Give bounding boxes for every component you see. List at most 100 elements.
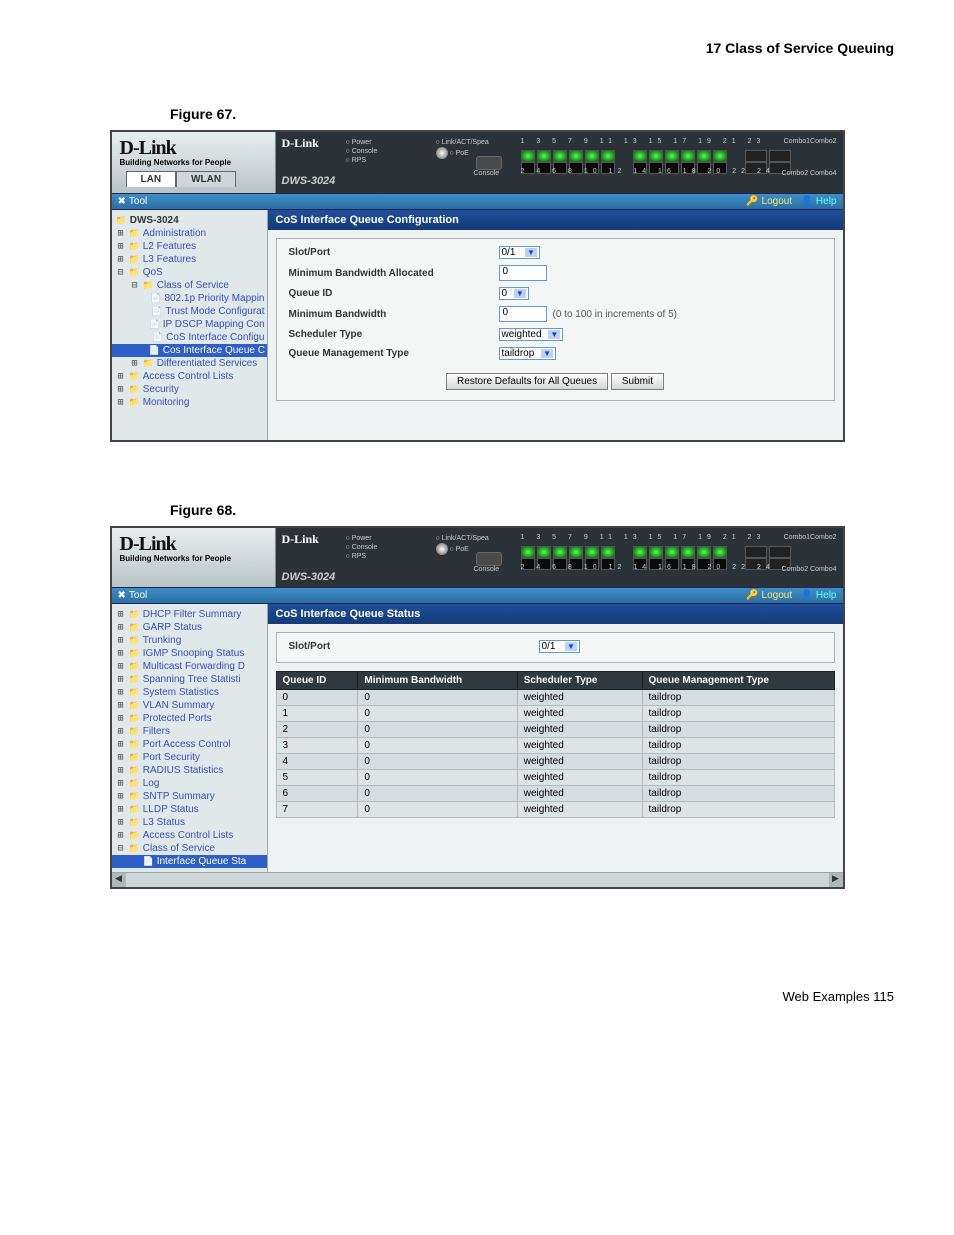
table-row: 00weightedtaildrop [276,690,834,706]
submit-button[interactable]: Submit [611,373,664,390]
tree-item[interactable]: ⊞📁 IGMP Snooping Status [112,647,267,660]
tree-item[interactable]: ⊞📁 Access Control Lists [112,829,267,842]
logo-sub: Building Networks for People [116,158,271,167]
logout-button[interactable]: 🔑 Logout [746,590,792,601]
globe-icon [436,147,448,159]
table-row: 50weightedtaildrop [276,770,834,786]
th-sched: Scheduler Type [517,672,642,690]
tree-item[interactable]: ⊞📁 Differentiated Services [112,357,267,370]
combo-label-top: Combo1Combo2 [784,138,837,145]
content-area: CoS Interface Queue Status Slot/Port 0/1… [268,604,843,872]
console-label: Console [474,170,500,177]
tree-item[interactable]: ⊞📁 Log [112,777,267,790]
tree-item[interactable]: ⊞📁 System Statistics [112,686,267,699]
tree-item[interactable]: ⊟📁 Class of Service [112,279,267,292]
status-leds: ○ Power ○ Console ○ RPS [346,138,378,165]
table-row: 10weightedtaildrop [276,706,834,722]
status-leds: ○ Power ○ Console ○ RPS [346,534,378,561]
tree-item[interactable]: ⊞📁 Port Access Control [112,738,267,751]
tree-item[interactable]: ⊞📁 VLAN Summary [112,699,267,712]
tree-item[interactable]: 📄 Interface Queue Sta [112,855,267,868]
status-form: Slot/Port 0/1 ▼ [276,632,835,663]
device-image: D-Link ○ Power ○ Console ○ RPS ○ Link/AC… [276,132,843,193]
sched-label: Scheduler Type [289,329,499,340]
device-image: D-Link ○ Power ○ Console ○ RPS ○ Link/AC… [276,528,843,587]
tree-item[interactable]: 📄 Cos Interface Queue C [112,344,267,357]
tree-item[interactable]: ⊞📁 L3 Status [112,816,267,829]
logout-button[interactable]: 🔑 Logout [746,196,792,207]
sidebar-scrollbar[interactable]: ◀ ▶ [112,872,843,887]
screenshot-fig67: D-Link Building Networks for People LAN … [110,130,845,442]
tree-item[interactable]: ⊞📁 Filters [112,725,267,738]
tree-item[interactable]: ⊞📁 Multicast Forwarding D [112,660,267,673]
tool-button[interactable]: ✖ Tool [118,590,148,601]
tree-item[interactable]: ⊞📁 Trunking [112,634,267,647]
th-minbw: Minimum Bandwidth [358,672,517,690]
logo-main: D-Link [116,138,271,158]
ports-row-top [521,150,837,162]
restore-defaults-button[interactable]: Restore Defaults for All Queues [446,373,608,390]
table-row: 20weightedtaildrop [276,722,834,738]
tree-item[interactable]: ⊞📁 Security [112,383,267,396]
table-row: 60weightedtaildrop [276,786,834,802]
section-title: CoS Interface Queue Status [268,604,843,624]
tree-item[interactable]: ⊞📁 L3 Features [112,253,267,266]
tab-wlan[interactable]: WLAN [176,171,236,187]
queueid-select[interactable]: 0 ▼ [499,287,529,300]
figure-67-label: Figure 67. [170,106,894,122]
scroll-right-icon[interactable]: ▶ [829,873,843,887]
config-form: Slot/Port 0/1 ▼ Minimum Bandwidth Alloca… [276,238,835,401]
tree-item[interactable]: ⊞📁 L2 Features [112,240,267,253]
slotport-select[interactable]: 0/1 ▼ [539,640,580,653]
tree-item[interactable]: 📄 802.1p Priority Mappin [112,292,267,305]
tree-item[interactable]: ⊞📁 GARP Status [112,621,267,634]
help-button[interactable]: 👤 Help [800,590,836,601]
tree-item[interactable]: ⊞📁 Administration [112,227,267,240]
device-brand: D-Link [282,136,319,150]
toolbar: ✖ Tool 🔑 Logout 👤 Help [112,193,843,210]
help-button[interactable]: 👤 Help [800,196,836,207]
slotport-label: Slot/Port [289,641,539,652]
screenshot-fig68: D-Link Building Networks for People D-Li… [110,526,845,889]
queueid-label: Queue ID [289,288,499,299]
scroll-left-icon[interactable]: ◀ [112,873,126,887]
tool-button[interactable]: ✖ Tool [118,196,148,207]
tree-item[interactable]: ⊞📁 SNTP Summary [112,790,267,803]
tree-item[interactable]: 📄 IP DSCP Mapping Con [112,318,267,331]
tree-item[interactable]: ⊞📁 LLDP Status [112,803,267,816]
sidebar-tree[interactable]: ⊞📁 DHCP Filter Summary⊞📁 GARP Status⊞📁 T… [112,604,268,872]
tree-item[interactable]: ⊞📁 RADIUS Statistics [112,764,267,777]
minbw-hint: (0 to 100 in increments of 5) [553,309,678,320]
combo-label-bottom: Combo2 Combo4 [782,566,837,573]
tree-item[interactable]: ⊞📁 Protected Ports [112,712,267,725]
toolbar: ✖ Tool 🔑 Logout 👤 Help [112,587,843,604]
tree-item[interactable]: ⊞📁 Access Control Lists [112,370,267,383]
qmgmt-label: Queue Management Type [289,348,499,359]
tree-item[interactable]: ⊟📁 QoS [112,266,267,279]
tree-item[interactable]: 📄 Trust Mode Configurat [112,305,267,318]
tree-item[interactable]: ⊞📁 DHCP Filter Summary [112,608,267,621]
table-row: 70weightedtaildrop [276,802,834,818]
figure-68-label: Figure 68. [170,502,894,518]
console-port-icon [476,156,502,170]
combo-label-top: Combo1Combo2 [784,534,837,541]
tab-lan[interactable]: LAN [126,171,177,187]
table-row: 40weightedtaildrop [276,754,834,770]
page-header: 17 Class of Service Queuing [60,40,894,56]
sidebar-tree[interactable]: 📁 DWS-3024 ⊞📁 Administration⊞📁 L2 Featur… [112,210,268,440]
tree-item[interactable]: ⊞📁 Monitoring [112,396,267,409]
tree-item[interactable]: ⊞📁 Spanning Tree Statisti [112,673,267,686]
combo-label-bottom: Combo2 Combo4 [782,170,837,177]
device-model: DWS-3024 [282,175,837,187]
minbw-input[interactable]: 0 [499,306,547,322]
tree-item[interactable]: ⊞📁 Port Security [112,751,267,764]
sched-select[interactable]: weighted ▼ [499,328,564,341]
slotport-select[interactable]: 0/1 ▼ [499,246,540,259]
tree-item[interactable]: 📄 CoS Interface Configu [112,331,267,344]
device-model: DWS-3024 [282,571,837,583]
tree-item[interactable]: ⊟📁 Class of Service [112,842,267,855]
qmgmt-select[interactable]: taildrop ▼ [499,347,557,360]
slotport-label: Slot/Port [289,247,499,258]
tree-root[interactable]: 📁 DWS-3024 [112,214,267,227]
th-queueid: Queue ID [276,672,358,690]
